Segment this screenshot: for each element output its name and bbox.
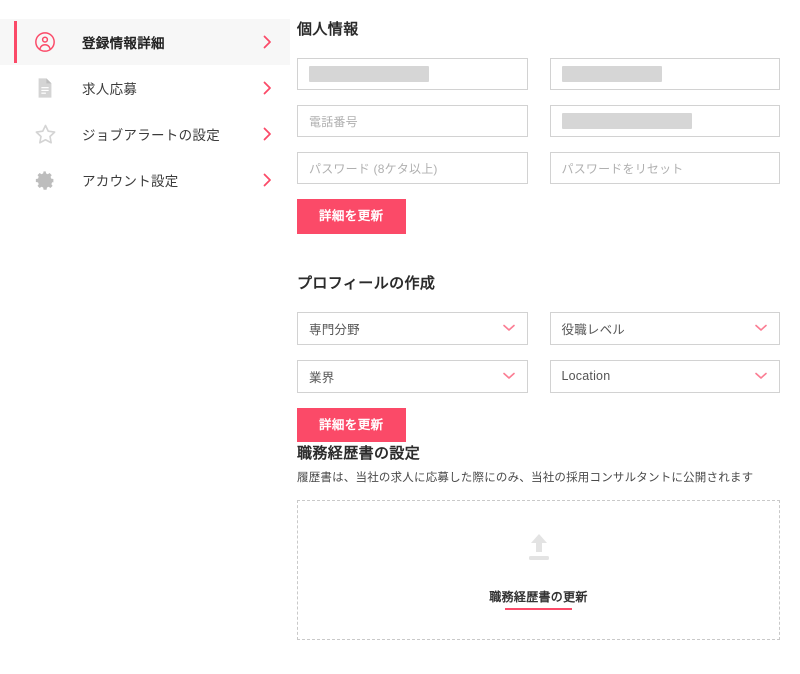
update-details-button-personal[interactable]: 詳細を更新 — [297, 199, 406, 234]
password-field[interactable]: パスワード (8ケタ以上) — [297, 152, 528, 184]
sidebar: 登録情報詳細 求人応募 ジョブアラートの設定 アカウント設定 — [0, 0, 290, 674]
select-value: 業界 — [309, 370, 335, 385]
document-icon — [28, 77, 62, 99]
resume-description: 履歴書は、当社の求人に応募した際にのみ、当社の採用コンサルタントに公開されます — [297, 472, 754, 484]
chevron-right-icon — [263, 127, 272, 141]
chevron-right-icon — [263, 35, 272, 49]
chevron-down-icon — [755, 319, 767, 337]
redacted-value — [309, 66, 429, 82]
sidebar-item-label: 求人応募 — [82, 82, 138, 97]
user-circle-icon — [28, 31, 62, 53]
location-select[interactable]: Location — [549, 359, 780, 393]
gear-icon — [28, 170, 62, 191]
select-value: Location — [561, 369, 611, 383]
personal-info-actions: 詳細を更新 — [297, 199, 780, 234]
job-level-select[interactable]: 役職レベル — [549, 311, 780, 345]
form-row: 業界 Location — [297, 359, 780, 393]
main-content: 個人情報 電話番号 パスワード (8ケタ以上) パスワードをリセット 詳細を更新… — [290, 0, 800, 674]
password-reset-field[interactable]: パスワードをリセット — [549, 152, 780, 184]
profile-actions: 詳細を更新 — [297, 407, 780, 442]
sidebar-item-label: 登録情報詳細 — [82, 36, 165, 51]
phone-field[interactable]: 電話番号 — [297, 105, 528, 137]
resume-upload-label: 職務経歴書の更新 — [489, 588, 587, 610]
redacted-value — [561, 113, 692, 129]
form-row: 電話番号 — [297, 105, 780, 137]
section-title-resume: 職務経歴書の設定 — [297, 445, 421, 462]
update-details-button-profile[interactable]: 詳細を更新 — [297, 407, 406, 442]
form-row: 専門分野 役職レベル — [297, 311, 780, 345]
upload-arrow-icon — [522, 531, 556, 570]
specialism-select[interactable]: 専門分野 — [297, 311, 528, 345]
chevron-down-icon — [502, 319, 515, 337]
select-value: 専門分野 — [309, 322, 360, 337]
chevron-right-icon — [263, 81, 272, 95]
section-title-profile: プロフィールの作成 — [297, 274, 436, 292]
chevron-down-icon — [755, 367, 767, 385]
first-name-field[interactable] — [297, 58, 528, 90]
sidebar-item-label: アカウント設定 — [82, 174, 179, 189]
password-reset-placeholder: パスワードをリセット — [561, 161, 684, 176]
resume-upload-dropzone[interactable]: 職務経歴書の更新 — [297, 500, 780, 640]
account-details-page: 登録情報詳細 求人応募 ジョブアラートの設定 アカウント設定 個人情報 電話番号… — [0, 0, 800, 674]
sidebar-item-label: ジョブアラートの設定 — [82, 128, 220, 143]
sidebar-item-registration-details[interactable]: 登録情報詳細 — [0, 19, 290, 65]
phone-placeholder: 電話番号 — [309, 114, 358, 129]
password-placeholder: パスワード (8ケタ以上) — [309, 161, 438, 176]
email-field[interactable] — [549, 105, 780, 137]
page-title-personal-info: 個人情報 — [297, 21, 359, 38]
sidebar-item-account-settings[interactable]: アカウント設定 — [0, 157, 290, 203]
chevron-down-icon — [502, 367, 515, 385]
chevron-right-icon — [263, 173, 272, 187]
sidebar-item-job-applications[interactable]: 求人応募 — [0, 65, 290, 111]
redacted-value — [561, 66, 662, 82]
sidebar-item-job-alerts[interactable]: ジョブアラートの設定 — [0, 111, 290, 157]
star-icon — [28, 123, 62, 146]
form-row: パスワード (8ケタ以上) パスワードをリセット — [297, 152, 780, 184]
select-value: 役職レベル — [561, 322, 626, 337]
last-name-field[interactable] — [549, 58, 780, 90]
form-row — [297, 58, 780, 90]
industry-select[interactable]: 業界 — [297, 359, 528, 393]
